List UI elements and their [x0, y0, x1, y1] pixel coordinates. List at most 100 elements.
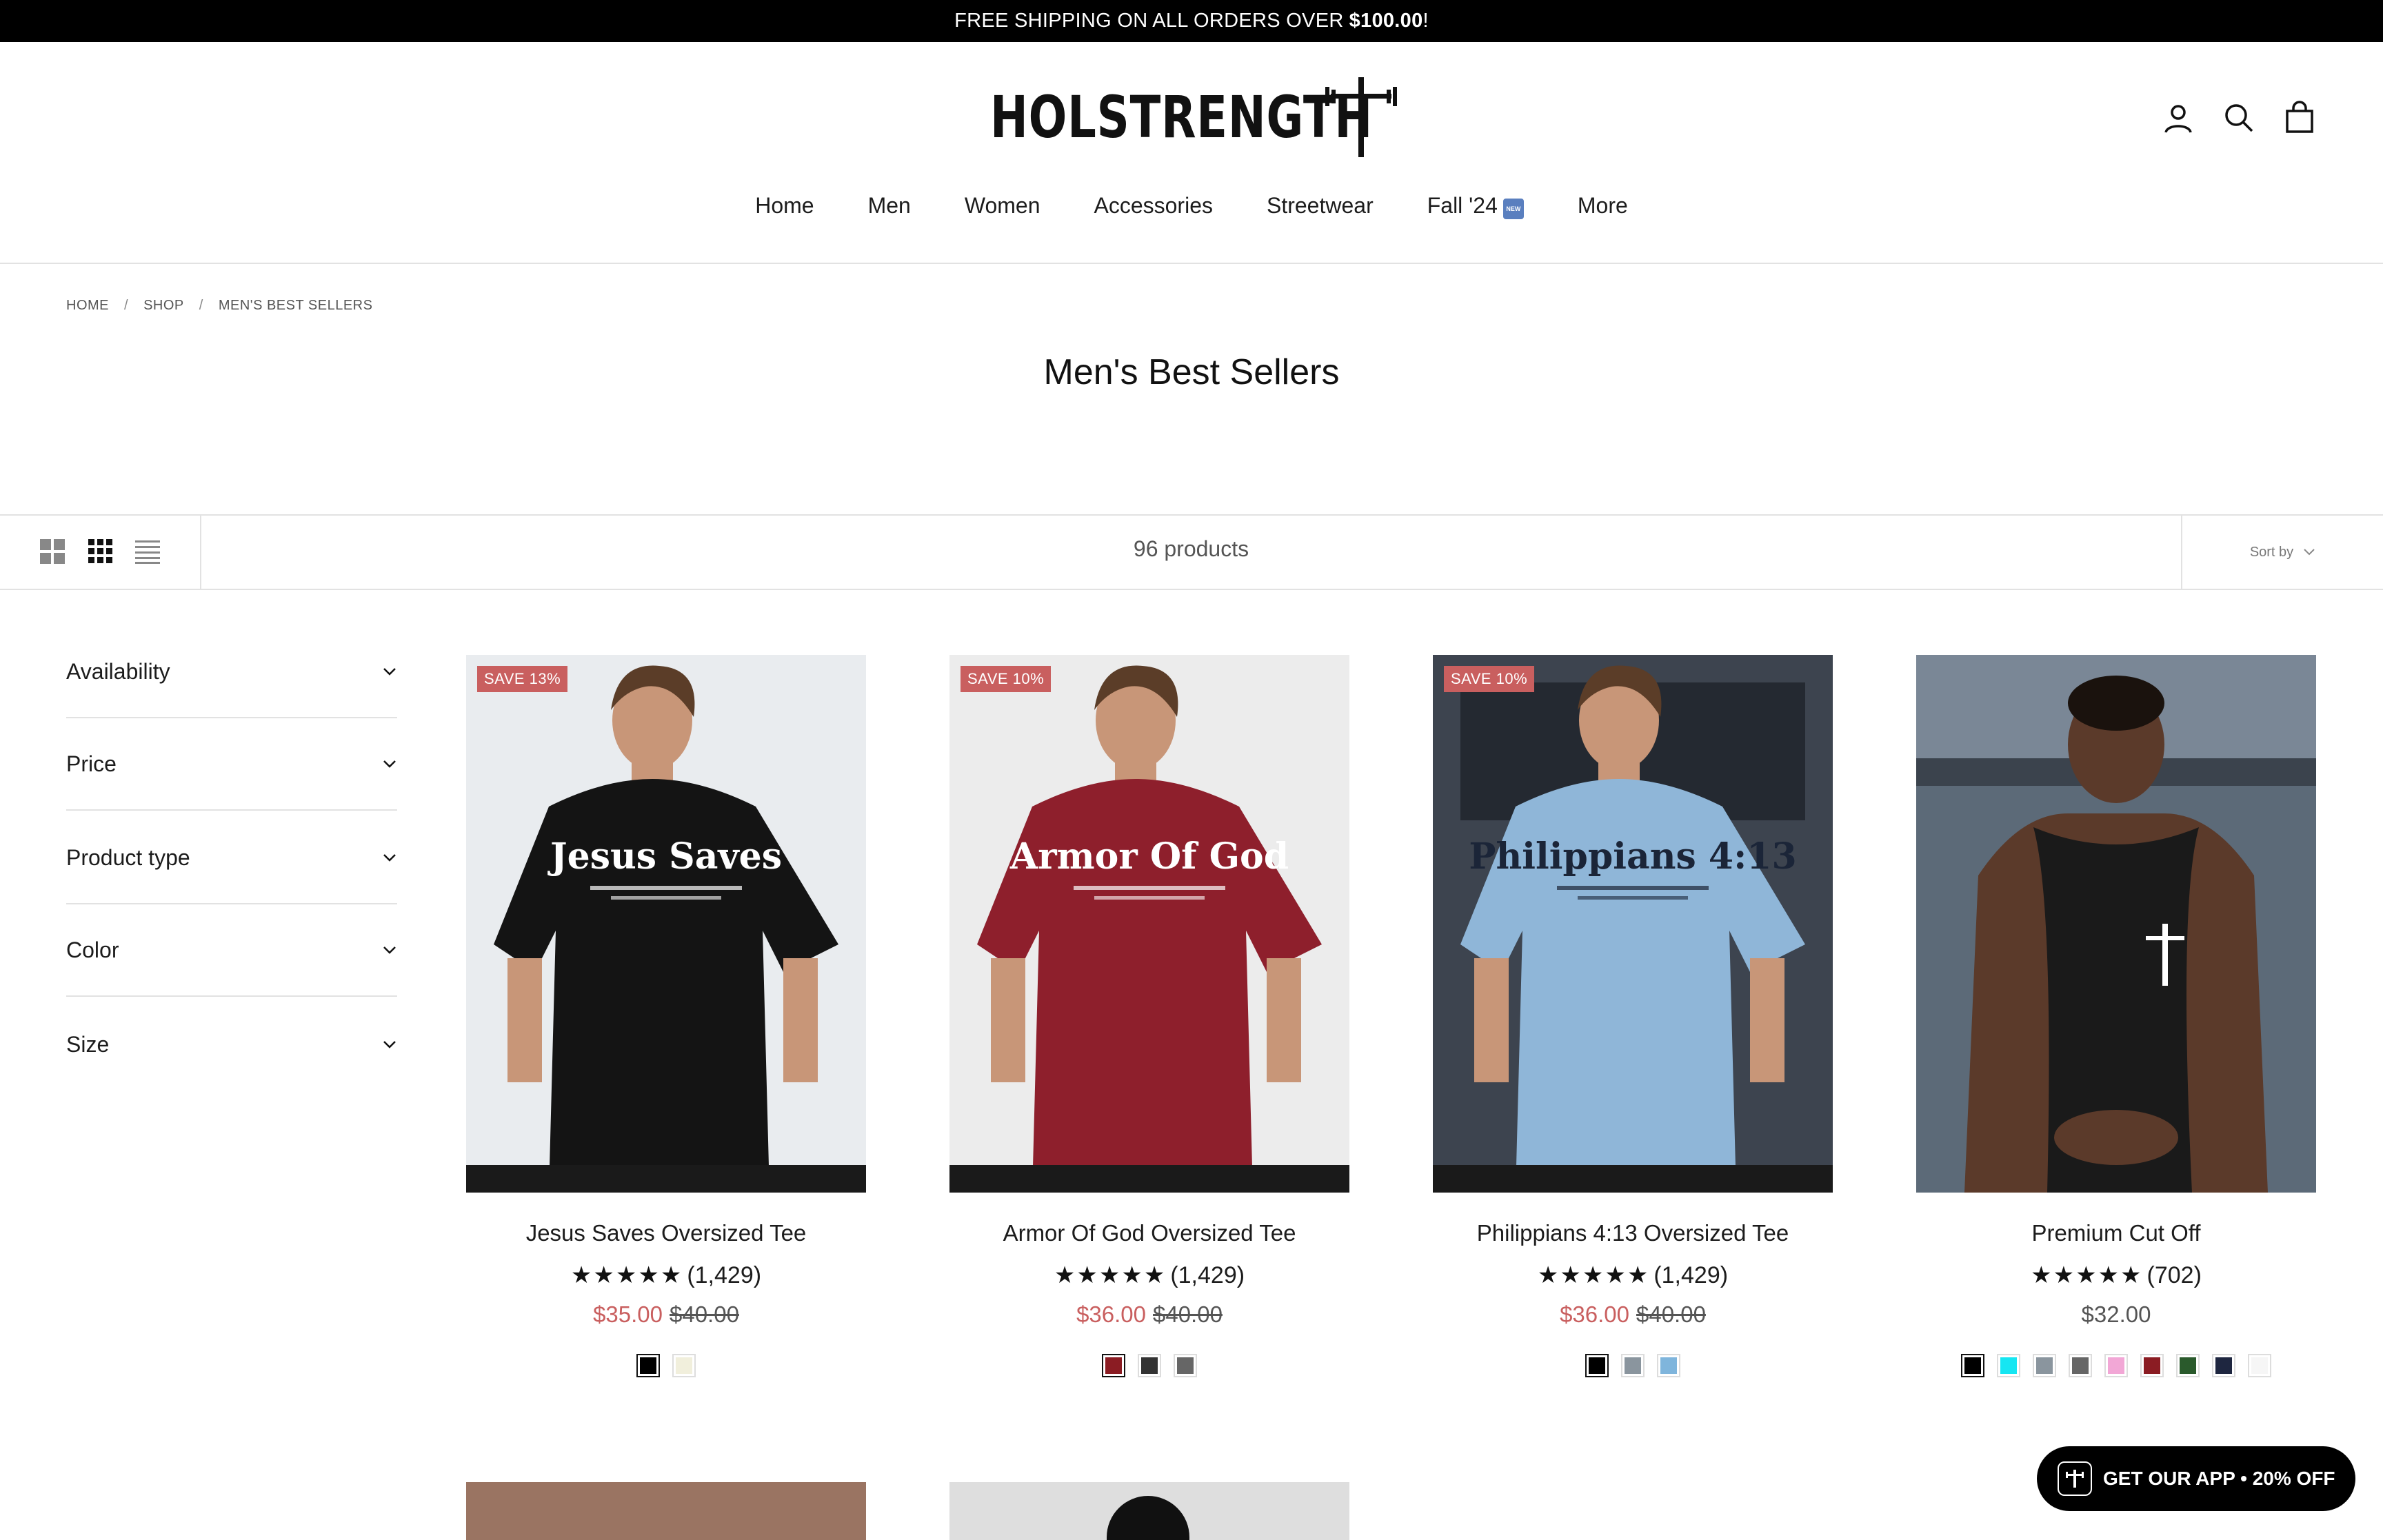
filter-color[interactable]: Color: [66, 904, 397, 997]
cart-icon[interactable]: [2282, 101, 2317, 135]
product-image[interactable]: [1916, 655, 2316, 1193]
grid-4-icon[interactable]: [87, 538, 114, 565]
filter-availability[interactable]: Availability: [66, 626, 397, 718]
swatch-fill: [640, 1357, 656, 1374]
svg-text:Philippians 4:13: Philippians 4:13: [1469, 835, 1796, 878]
announcement-bar: FREE SHIPPING ON ALL ORDERS OVER $100.00…: [0, 0, 2383, 42]
breadcrumb-sep: /: [199, 298, 203, 313]
filter-label: Product type: [66, 844, 190, 870]
color-swatch[interactable]: [2104, 1354, 2128, 1377]
color-swatch[interactable]: [636, 1354, 660, 1377]
filter-label: Availability: [66, 658, 170, 684]
color-swatch[interactable]: [1961, 1354, 1984, 1377]
list-view-icon[interactable]: [134, 538, 161, 565]
color-swatch[interactable]: [2248, 1354, 2271, 1377]
filter-label: Size: [66, 1031, 110, 1057]
barbell-cross-icon: [1325, 77, 1397, 157]
star-rating-icon: ★★★★★: [570, 1262, 683, 1289]
product-count: 96 products: [1133, 536, 1249, 561]
product-card[interactable]: Premium Cut Off ★★★★★ (702) $32.00: [1916, 655, 2316, 1377]
regular-price: $40.00: [1153, 1301, 1223, 1327]
product-title[interactable]: Premium Cut Off: [1916, 1220, 2316, 1246]
swatch-fill: [676, 1357, 692, 1374]
page-title: Men's Best Sellers: [1043, 352, 1340, 392]
color-swatch[interactable]: [1997, 1354, 2020, 1377]
sale-price: $36.00: [1560, 1301, 1629, 1327]
color-swatches: [1433, 1354, 1833, 1377]
swatch-fill: [1105, 1357, 1122, 1374]
new-badge-icon: NEW: [1502, 199, 1524, 219]
review-count[interactable]: (1,429): [1653, 1262, 1728, 1289]
nav-men[interactable]: Men: [841, 193, 938, 227]
breadcrumb-current: MEN'S BEST SELLERS: [218, 298, 373, 313]
breadcrumb: HOME / SHOP / MEN'S BEST SELLERS: [66, 298, 372, 314]
filter-price[interactable]: Price: [66, 718, 397, 811]
star-rating-icon: ★★★★★: [1054, 1262, 1167, 1289]
review-count[interactable]: (1,429): [687, 1262, 761, 1289]
filter-product-type[interactable]: Product type: [66, 812, 397, 904]
color-swatch[interactable]: [2033, 1354, 2056, 1377]
product-card[interactable]: Philippians 4:13 SAVE 10% Philippians 4:1…: [1433, 655, 1833, 1377]
product-title[interactable]: Jesus Saves Oversized Tee: [466, 1220, 866, 1246]
swatch-fill: [2215, 1357, 2232, 1374]
color-swatches: [949, 1354, 1349, 1377]
breadcrumb-shop[interactable]: SHOP: [143, 298, 184, 314]
color-swatch[interactable]: [1657, 1354, 1680, 1377]
svg-text:Jesus Saves: Jesus Saves: [547, 835, 782, 878]
nav-women[interactable]: Women: [938, 193, 1067, 227]
color-swatch[interactable]: [1621, 1354, 1645, 1377]
swatch-fill: [2144, 1357, 2160, 1374]
product-price: $35.00 $40.00: [466, 1301, 866, 1328]
brand-logo[interactable]: HOLSTRENGTH: [990, 74, 1397, 160]
color-swatch[interactable]: [1138, 1354, 1161, 1377]
review-count[interactable]: (702): [2147, 1262, 2202, 1289]
nav-fall-24[interactable]: Fall '24 NEW: [1400, 193, 1551, 227]
color-swatch[interactable]: [1102, 1354, 1125, 1377]
product-image[interactable]: [466, 1482, 866, 1540]
nav-streetwear[interactable]: Streetwear: [1240, 193, 1400, 227]
color-swatch[interactable]: [2176, 1354, 2200, 1377]
product-card[interactable]: Jesus Saves SAVE 13% Jesus Saves Oversize…: [466, 655, 866, 1377]
grid-2-icon[interactable]: [39, 538, 66, 565]
color-swatch[interactable]: [1174, 1354, 1197, 1377]
swatch-fill: [2000, 1357, 2017, 1374]
product-photo: Jesus Saves: [466, 655, 866, 1193]
account-icon[interactable]: [2161, 101, 2195, 135]
app-logo-icon: [2058, 1461, 2092, 1496]
nav-accessories[interactable]: Accessories: [1067, 193, 1240, 227]
product-image[interactable]: Jesus Saves SAVE 13%: [466, 655, 866, 1193]
product-title[interactable]: Philippians 4:13 Oversized Tee: [1433, 1220, 1833, 1246]
sort-dropdown[interactable]: Sort by: [2181, 516, 2383, 589]
product-image[interactable]: Armor Of God SAVE 10%: [949, 655, 1349, 1193]
product-card[interactable]: Armor Of God SAVE 10% Armor Of God Oversi…: [949, 655, 1349, 1377]
color-swatch[interactable]: [1585, 1354, 1609, 1377]
product-price: $32.00: [1916, 1301, 2316, 1328]
product-price: $36.00 $40.00: [949, 1301, 1349, 1328]
get-app-button[interactable]: GET OUR APP • 20% OFF: [2037, 1446, 2355, 1511]
save-badge: SAVE 10%: [961, 666, 1052, 692]
product-image[interactable]: [949, 1482, 1349, 1540]
filter-size[interactable]: Size: [66, 998, 397, 1091]
search-icon[interactable]: [2222, 101, 2256, 135]
color-swatch[interactable]: [2069, 1354, 2092, 1377]
color-swatch[interactable]: [2140, 1354, 2164, 1377]
chevron-down-icon: [383, 946, 396, 954]
product-rating: ★★★★★ (1,429): [949, 1262, 1349, 1289]
product-image[interactable]: Philippians 4:13 SAVE 10%: [1433, 655, 1833, 1193]
announcement-suffix: !: [1422, 10, 1429, 32]
color-swatch[interactable]: [672, 1354, 696, 1377]
sort-label: Sort by: [2249, 544, 2294, 560]
product-rating: ★★★★★ (1,429): [1433, 1262, 1833, 1289]
chevron-down-icon: [383, 854, 396, 862]
nav-more[interactable]: More: [1551, 193, 1655, 227]
product-title[interactable]: Armor Of God Oversized Tee: [949, 1220, 1349, 1246]
review-count[interactable]: (1,429): [1170, 1262, 1245, 1289]
swatch-fill: [2072, 1357, 2089, 1374]
breadcrumb-home[interactable]: HOME: [66, 298, 109, 314]
svg-text:Armor Of God: Armor Of God: [1009, 835, 1289, 878]
nav-home[interactable]: Home: [728, 193, 841, 227]
star-rating-icon: ★★★★★: [1537, 1262, 1650, 1289]
product-photo: Philippians 4:13: [1433, 655, 1833, 1193]
color-swatch[interactable]: [2212, 1354, 2235, 1377]
chevron-down-icon: [383, 668, 396, 676]
